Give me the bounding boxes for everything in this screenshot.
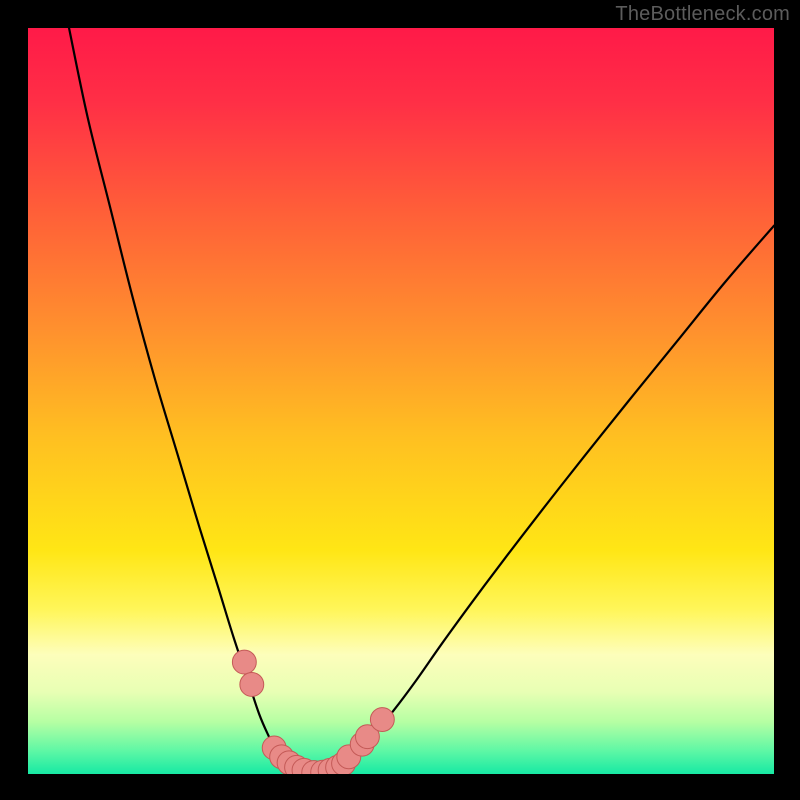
chart-curves [28, 28, 774, 774]
data-markers [232, 650, 394, 774]
plot-area [28, 28, 774, 774]
data-marker [232, 650, 256, 674]
left-curve [69, 28, 314, 774]
right-curve [314, 226, 774, 774]
chart-frame: TheBottleneck.com [0, 0, 800, 800]
data-marker [370, 708, 394, 732]
watermark-text: TheBottleneck.com [615, 3, 790, 26]
data-marker [240, 673, 264, 697]
